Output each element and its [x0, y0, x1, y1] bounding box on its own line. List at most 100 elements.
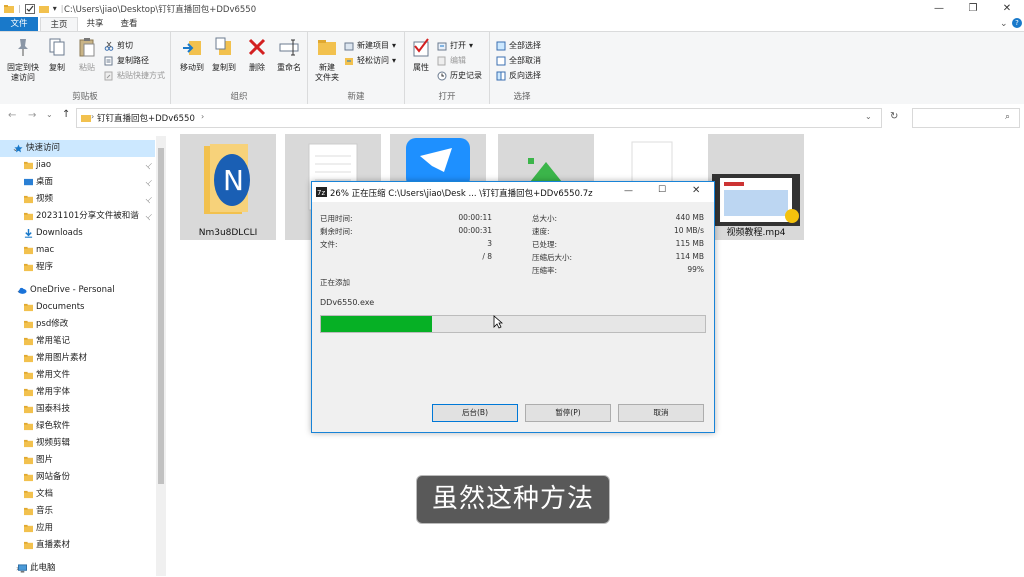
history-button[interactable]: 历史记录: [437, 69, 482, 82]
cloud-icon: [18, 287, 27, 294]
tab-file[interactable]: 文件: [0, 17, 38, 32]
open-label: 打开: [450, 41, 466, 50]
copy-path-button[interactable]: 复制路径: [104, 54, 149, 67]
restore-button[interactable]: ❐: [956, 0, 990, 17]
sidebar-item[interactable]: mac: [0, 242, 155, 259]
maximize-button[interactable]: ☐: [658, 185, 666, 195]
back-arrow-icon[interactable]: ←: [8, 110, 16, 121]
select-none-button[interactable]: 全部取消: [496, 54, 541, 67]
sidebar-item-label: 绿色软件: [36, 421, 71, 431]
cancel-button[interactable]: 取消: [618, 404, 704, 422]
edit-button[interactable]: 编辑: [437, 54, 466, 67]
file-tile[interactable]: N Nm3u8DLCLI: [180, 134, 276, 240]
sidebar-item[interactable]: 桌面 ⊥: [0, 174, 155, 191]
paste-shortcut-button[interactable]: 粘贴快捷方式: [104, 69, 165, 82]
sidebar-item[interactable]: 常用笔记: [0, 333, 155, 350]
sidebar-item[interactable]: 音乐: [0, 503, 155, 520]
open-button[interactable]: 打开 ▾: [437, 39, 473, 52]
new-item-button[interactable]: 新建项目 ▾: [344, 39, 396, 52]
invert-selection-button[interactable]: 反向选择: [496, 69, 541, 82]
paste-button[interactable]: 粘贴: [74, 36, 100, 73]
select-all-button[interactable]: 全部选择: [496, 39, 541, 52]
chevron-right-icon: ›: [91, 112, 95, 121]
search-input[interactable]: ⌕: [912, 108, 1020, 128]
group-organize: 移动到 复制到 删除 重命名 组织: [171, 32, 308, 104]
separator: |: [18, 4, 21, 13]
sidebar-item[interactable]: 常用字体: [0, 384, 155, 401]
sidebar-item[interactable]: 网站备份: [0, 469, 155, 486]
copy-to-label: 复制到: [212, 63, 236, 72]
up-arrow-icon[interactable]: ↑: [62, 109, 70, 120]
navigation-pane: ⌄ 快速访问 jiao ⊥ 桌面 ⊥ 视频 ⊥ 20231101分享文件被和谐 ⊥ Download…: [0, 136, 166, 576]
sidebar-item[interactable]: 直播素材: [0, 537, 155, 554]
sidebar-item-label: Documents: [36, 302, 85, 312]
nav-scrollbar-thumb[interactable]: [158, 148, 164, 484]
pin-quick-access-button[interactable]: 固定到快 速访问: [4, 36, 42, 83]
sidebar-item[interactable]: › 此电脑: [0, 560, 155, 577]
tab-home[interactable]: 主页: [40, 17, 78, 32]
folder-icon: [4, 4, 14, 13]
sidebar-item[interactable]: ⌄OneDrive - Personal: [0, 282, 155, 299]
copy-icon: [49, 38, 65, 56]
new-folder-quick-icon[interactable]: [38, 4, 49, 14]
sidebar-item[interactable]: psd修改: [0, 316, 155, 333]
chevron-right-icon[interactable]: ›: [201, 112, 204, 121]
tab-view[interactable]: 查看: [114, 17, 144, 32]
tab-share[interactable]: 共享: [80, 17, 110, 32]
checkbox-icon[interactable]: [24, 3, 35, 14]
sidebar-item[interactable]: 视频 ⊥: [0, 191, 155, 208]
address-path[interactable]: 钉钉直播回包+DDv6550: [97, 112, 195, 124]
paste-shortcut-icon: [104, 71, 113, 80]
forward-arrow-icon[interactable]: →: [28, 110, 36, 121]
total-size-label: 总大小:: [532, 214, 558, 223]
files-value: 3: [487, 239, 492, 248]
sidebar-item[interactable]: 常用图片素材: [0, 350, 155, 367]
sidebar-item[interactable]: 文档: [0, 486, 155, 503]
cut-button[interactable]: 剪切: [104, 39, 133, 52]
close-button[interactable]: ✕: [990, 0, 1024, 17]
invert-selection-label: 反向选择: [509, 71, 541, 80]
remaining-label: 剩余时间:: [320, 227, 353, 236]
sidebar-item[interactable]: 常用文件: [0, 367, 155, 384]
new-item-icon: [344, 42, 354, 50]
sidebar-item[interactable]: 应用: [0, 520, 155, 537]
copy-button[interactable]: 复制: [44, 36, 70, 73]
refresh-icon[interactable]: ↻: [890, 111, 898, 122]
sidebar-item[interactable]: jiao ⊥: [0, 157, 155, 174]
pause-button[interactable]: 暂停(P): [525, 404, 611, 422]
sidebar-item-label: 快速访问: [26, 143, 61, 153]
chevron-down-icon[interactable]: ⌄: [46, 110, 53, 119]
address-bar[interactable]: › 钉钉直播回包+DDv6550 › ⌄: [76, 108, 882, 128]
sidebar-item[interactable]: 国泰科技: [0, 401, 155, 418]
sidebar-item[interactable]: 绿色软件: [0, 418, 155, 435]
chevron-down-icon[interactable]: ▾: [53, 4, 57, 13]
delete-button[interactable]: 删除: [245, 36, 269, 73]
chevron-down-icon[interactable]: ⌄: [1000, 19, 1008, 29]
rename-button[interactable]: 重命名: [273, 36, 305, 73]
file-tile[interactable]: 视频教程.mp4: [708, 134, 804, 240]
sidebar-item[interactable]: 视频剪辑: [0, 435, 155, 452]
edit-label: 编辑: [450, 56, 466, 65]
minimize-button[interactable]: —: [624, 186, 633, 196]
new-folder-button[interactable]: 新建 文件夹: [310, 36, 344, 83]
background-button[interactable]: 后台(B): [432, 404, 518, 422]
close-button[interactable]: ✕: [692, 185, 700, 196]
move-to-button[interactable]: 移动到: [177, 36, 207, 73]
easy-access-button[interactable]: 轻松访问 ▾: [344, 54, 396, 67]
sidebar-item[interactable]: 图片: [0, 452, 155, 469]
ribbon-tabs: 文件 主页 共享 查看 ⌄ ?: [0, 17, 1024, 32]
sidebar-item-label: mac: [36, 245, 55, 255]
sidebar-item-label: 此电脑: [30, 563, 56, 573]
copy-to-button[interactable]: 复制到: [209, 36, 239, 73]
properties-button[interactable]: 属性: [409, 36, 433, 73]
sidebar-item[interactable]: 20231101分享文件被和谐 ⊥: [0, 208, 155, 225]
move-to-icon: [183, 41, 201, 55]
sidebar-item[interactable]: Downloads: [0, 225, 155, 242]
current-file: DDv6550.exe: [320, 298, 375, 307]
help-icon[interactable]: ?: [1012, 18, 1022, 28]
sidebar-item[interactable]: 程序: [0, 259, 155, 276]
minimize-button[interactable]: —: [922, 0, 956, 17]
sidebar-item[interactable]: Documents: [0, 299, 155, 316]
chevron-down-icon[interactable]: ⌄: [865, 112, 872, 121]
sidebar-item[interactable]: ⌄ 快速访问: [0, 140, 155, 157]
